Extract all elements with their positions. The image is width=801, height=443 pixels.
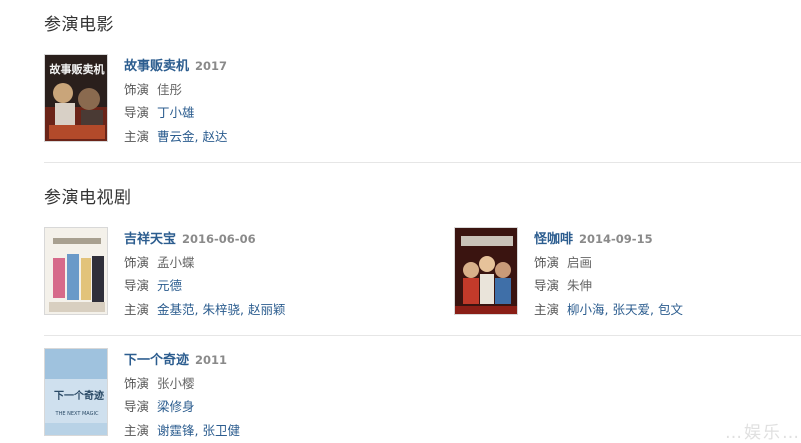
tv-poster[interactable] — [44, 227, 108, 315]
tv-date: 2011 — [195, 353, 228, 367]
cast-link[interactable]: 金基范 — [157, 302, 195, 317]
role-value: 孟小蝶 — [157, 254, 195, 270]
director-link[interactable]: 丁小雄 — [157, 105, 195, 120]
cast-separator: , — [650, 301, 654, 317]
director-label: 导演 — [124, 105, 150, 120]
poster-title-text: 故事贩卖机 — [50, 62, 105, 76]
tv-section-title: 参演电视剧 — [44, 188, 132, 208]
cast-label: 主演 — [124, 301, 150, 317]
tv-title-link[interactable]: 吉祥天宝 — [124, 232, 176, 247]
director-link[interactable]: 梁修身 — [157, 399, 195, 414]
role-label: 饰演 — [534, 254, 560, 270]
role-value: 佳彤 — [157, 81, 183, 97]
cast-link[interactable]: 张卫健 — [203, 423, 241, 438]
cast-link[interactable]: 包文 — [658, 302, 683, 317]
movie-year: 2017 — [195, 59, 228, 73]
cast-link[interactable]: 张天爱 — [613, 302, 651, 317]
director-label: 导演 — [534, 278, 560, 293]
cast-link[interactable]: 朱梓骁 — [203, 302, 241, 317]
cast-separator: , — [604, 301, 609, 317]
tv-item: 怪咖啡 2014-09-15 饰演 启画 导演 朱伸 主演 柳小海, 张天爱, 包文 — [454, 227, 794, 319]
cast-link[interactable]: 谢霆锋 — [157, 423, 195, 438]
cast-link[interactable]: 曹云金 — [157, 129, 195, 144]
tv-title-link[interactable]: 下一个奇迹 — [124, 353, 189, 368]
role-label: 饰演 — [124, 254, 150, 270]
tv-item: 吉祥天宝 2016-06-06 饰演 孟小蝶 导演 元德 主演 金基范, 朱梓骁, 赵丽… — [44, 227, 424, 319]
cast-label: 主演 — [534, 301, 560, 317]
director-value: 朱伸 — [567, 278, 593, 293]
cast-separator: , — [240, 301, 244, 317]
movies-section-title: 参演电影 — [44, 15, 114, 35]
director-label: 导演 — [124, 278, 150, 293]
tv-item: 下一个奇迹 THE NEXT MAGIC 下一个奇迹 2011 饰演 张小樱 导演梁… — [44, 348, 424, 440]
poster-subtitle-text: THE NEXT MAGIC — [55, 411, 99, 417]
watermark: …娱乐… — [725, 423, 801, 443]
director-label: 导演 — [124, 399, 150, 414]
tv-poster[interactable]: 下一个奇迹 THE NEXT MAGIC — [44, 348, 108, 436]
role-label: 饰演 — [124, 375, 150, 391]
tv-date: 2016-06-06 — [182, 232, 256, 246]
director-link[interactable]: 元德 — [157, 278, 182, 293]
role-label: 饰演 — [124, 81, 150, 97]
role-value: 张小樱 — [157, 375, 195, 391]
cast-separator: , — [194, 301, 199, 317]
cast-separator: , — [194, 128, 199, 144]
cast-label: 主演 — [124, 128, 150, 144]
movie-title-link[interactable]: 故事贩卖机 — [124, 59, 189, 74]
cast-link[interactable]: 赵达 — [203, 129, 228, 144]
tv-poster[interactable] — [454, 227, 518, 315]
role-value: 启画 — [567, 254, 593, 270]
movie-poster[interactable]: 故事贩卖机 — [44, 54, 108, 142]
poster-title-text: 下一个奇迹 — [54, 389, 104, 402]
cast-link[interactable]: 赵丽颖 — [248, 302, 286, 317]
cast-label: 主演 — [124, 422, 150, 438]
tv-date: 2014-09-15 — [579, 232, 653, 246]
row-divider — [44, 335, 801, 336]
cast-link[interactable]: 柳小海 — [567, 302, 605, 317]
movie-item: 故事贩卖机 故事贩卖机 2017 饰演 佳彤 导演 丁小雄 主演 曹云金, 赵达 — [44, 54, 424, 146]
section-divider — [44, 162, 801, 163]
cast-separator: , — [194, 422, 199, 438]
tv-title-link[interactable]: 怪咖啡 — [534, 232, 573, 247]
